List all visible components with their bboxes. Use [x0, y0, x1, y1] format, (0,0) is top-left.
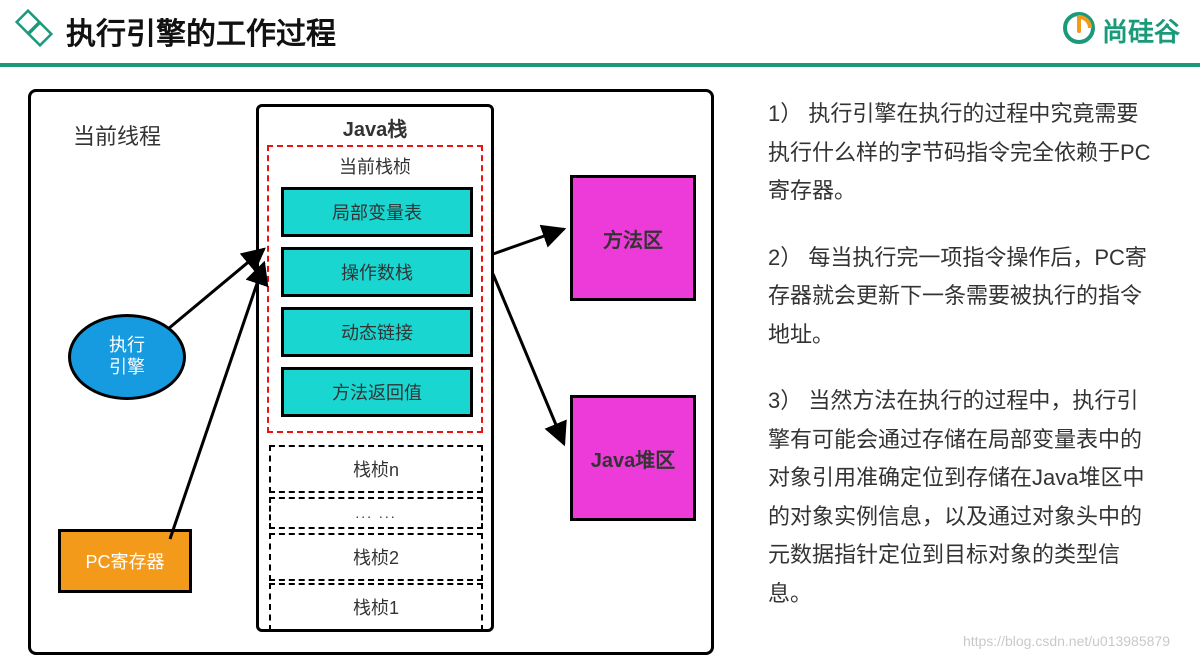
pc-register-node: PC寄存器: [58, 529, 192, 593]
slide-header: 执行引擎的工作过程 尚硅谷: [0, 0, 1200, 67]
desc-p2: 2） 每当执行完一项指令操作后，PC寄存器就会更新下一条需要被执行的指令地址。: [768, 239, 1160, 355]
heap-area-node: Java堆区: [570, 395, 696, 521]
current-frame-box: 当前栈桢 局部变量表 操作数栈 动态链接 方法返回值: [267, 145, 483, 433]
java-stack-box: Java栈 当前栈桢 局部变量表 操作数栈 动态链接 方法返回值 栈桢n ...…: [256, 104, 494, 632]
cell-return-value: 方法返回值: [281, 367, 473, 417]
thread-label: 当前线程: [73, 119, 161, 151]
diamond-icon: [14, 8, 54, 53]
slide-content: 当前线程 Java栈 当前栈桢 局部变量表 操作数栈 动态链接 方法返回值 栈桢…: [0, 67, 1200, 649]
exec-engine-label: 执行 引擎: [109, 335, 145, 378]
slide-title: 执行引擎的工作过程: [66, 9, 336, 53]
frame-1: 栈桢1: [269, 583, 483, 631]
method-area-node: 方法区: [570, 175, 696, 301]
brand-logo-icon: [1062, 11, 1096, 50]
frame-ellipsis: ... ...: [269, 497, 483, 529]
slide-root: 执行引擎的工作过程 尚硅谷 当前线程 Java栈 当前栈桢 局部变量表: [0, 0, 1200, 657]
brand-name: 尚硅谷: [1102, 12, 1180, 49]
cell-local-vars: 局部变量表: [281, 187, 473, 237]
desc-p1: 1） 执行引擎在执行的过程中究竟需要执行什么样的字节码指令完全依赖于PC寄存器。: [768, 95, 1160, 211]
frame-2: 栈桢2: [269, 533, 483, 581]
header-left: 执行引擎的工作过程: [14, 8, 336, 53]
cell-dynamic-link: 动态链接: [281, 307, 473, 357]
desc-p3: 3） 当然方法在执行的过程中，执行引擎有可能会通过存储在局部变量表中的对象引用准…: [768, 382, 1160, 613]
brand-logo: 尚硅谷: [1062, 11, 1180, 50]
frame-n: 栈桢n: [269, 445, 483, 493]
current-frame-label: 当前栈桢: [269, 153, 481, 179]
watermark: https://blog.csdn.net/u013985879: [963, 633, 1170, 649]
description-panel: 1） 执行引擎在执行的过程中究竟需要执行什么样的字节码指令完全依赖于PC寄存器。…: [738, 89, 1200, 649]
cell-operand-stack: 操作数栈: [281, 247, 473, 297]
architecture-diagram: 当前线程 Java栈 当前栈桢 局部变量表 操作数栈 动态链接 方法返回值 栈桢…: [28, 89, 738, 649]
java-stack-label: Java栈: [259, 113, 491, 142]
exec-engine-node: 执行 引擎: [68, 314, 186, 400]
